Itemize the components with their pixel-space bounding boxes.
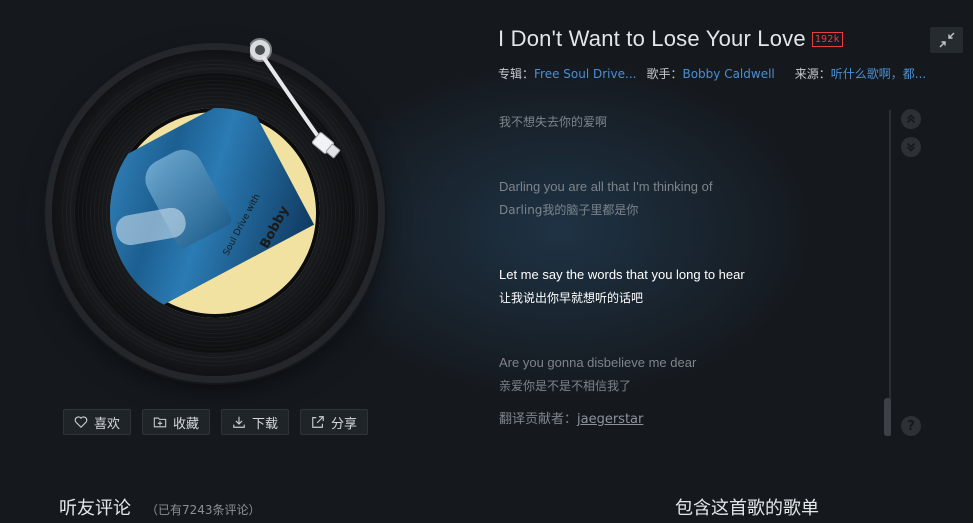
lyric-line: Darling我的脑子里都是你 (499, 203, 639, 217)
double-chevron-up-icon (906, 114, 916, 124)
folder-add-icon (153, 417, 167, 428)
lyrics-scroll-track[interactable] (889, 110, 891, 436)
scroll-up-button[interactable] (901, 109, 921, 129)
album-link[interactable]: Free Soul Drive... (534, 67, 636, 81)
song-actions: 喜欢 收藏 下载 分享 (63, 409, 368, 435)
double-chevron-down-icon (906, 142, 916, 152)
lyric-line-active: Let me say the words that you long to he… (499, 267, 745, 282)
lyric-line-active: 让我说出你早就想听的话吧 (499, 291, 644, 305)
lyric-line: Are you gonna disbelieve me dear (499, 355, 697, 370)
translation-contributor: 翻译贡献者：jaegerstar (499, 408, 643, 427)
album-label: 专辑： (498, 67, 535, 81)
download-icon (233, 416, 245, 428)
comments-count: （已有7243条评论） (146, 503, 261, 517)
record-player: Bobby Soul Drive with (52, 38, 378, 376)
artist-link[interactable]: Bobby Caldwell (682, 67, 774, 81)
lyrics-scrollbar-thumb[interactable] (884, 398, 891, 436)
contributor-label: 翻译贡献者： (499, 412, 578, 427)
lyric-line: 亲爱你是不是不相信我了 (499, 379, 632, 393)
artist-label: 歌手： (646, 67, 683, 81)
scroll-down-button[interactable] (901, 137, 921, 157)
contributor-link[interactable]: jaegerstar (577, 412, 643, 427)
share-button[interactable]: 分享 (300, 409, 368, 435)
quality-badge: 192k (811, 32, 843, 47)
tonearm-icon (250, 38, 341, 159)
lyric-line: Darling you are all that I'm thinking of (499, 179, 713, 194)
like-button[interactable]: 喜欢 (63, 409, 131, 435)
song-title: I Don't Want to Lose Your Love 192k (498, 26, 843, 52)
source-label: 来源： (794, 67, 831, 81)
collect-label: 收藏 (172, 416, 199, 432)
share-icon (312, 416, 324, 428)
lyrics-panel: 我不想失去你的爱啊 Darling you are all that I'm t… (499, 110, 879, 440)
playlists-title: 包含这首歌的歌单 (675, 498, 819, 519)
help-icon[interactable]: ? (901, 416, 921, 436)
song-title-text: I Don't Want to Lose Your Love (498, 26, 806, 51)
download-label: 下载 (251, 416, 278, 432)
heart-icon (74, 416, 88, 429)
collect-button[interactable]: 收藏 (142, 409, 210, 435)
song-meta: 专辑：Free Soul Drive... 歌手：Bobby Caldwell 来源… (498, 65, 926, 82)
collapse-icon (939, 32, 954, 48)
comments-title: 听友评论 (59, 498, 131, 519)
like-label: 喜欢 (93, 416, 120, 432)
source-link[interactable]: 听什么歌啊，都... (831, 67, 926, 81)
share-label: 分享 (330, 416, 357, 432)
collapse-button[interactable] (930, 27, 963, 53)
lyric-line: 我不想失去你的爱啊 (499, 115, 608, 129)
download-button[interactable]: 下载 (221, 409, 289, 435)
